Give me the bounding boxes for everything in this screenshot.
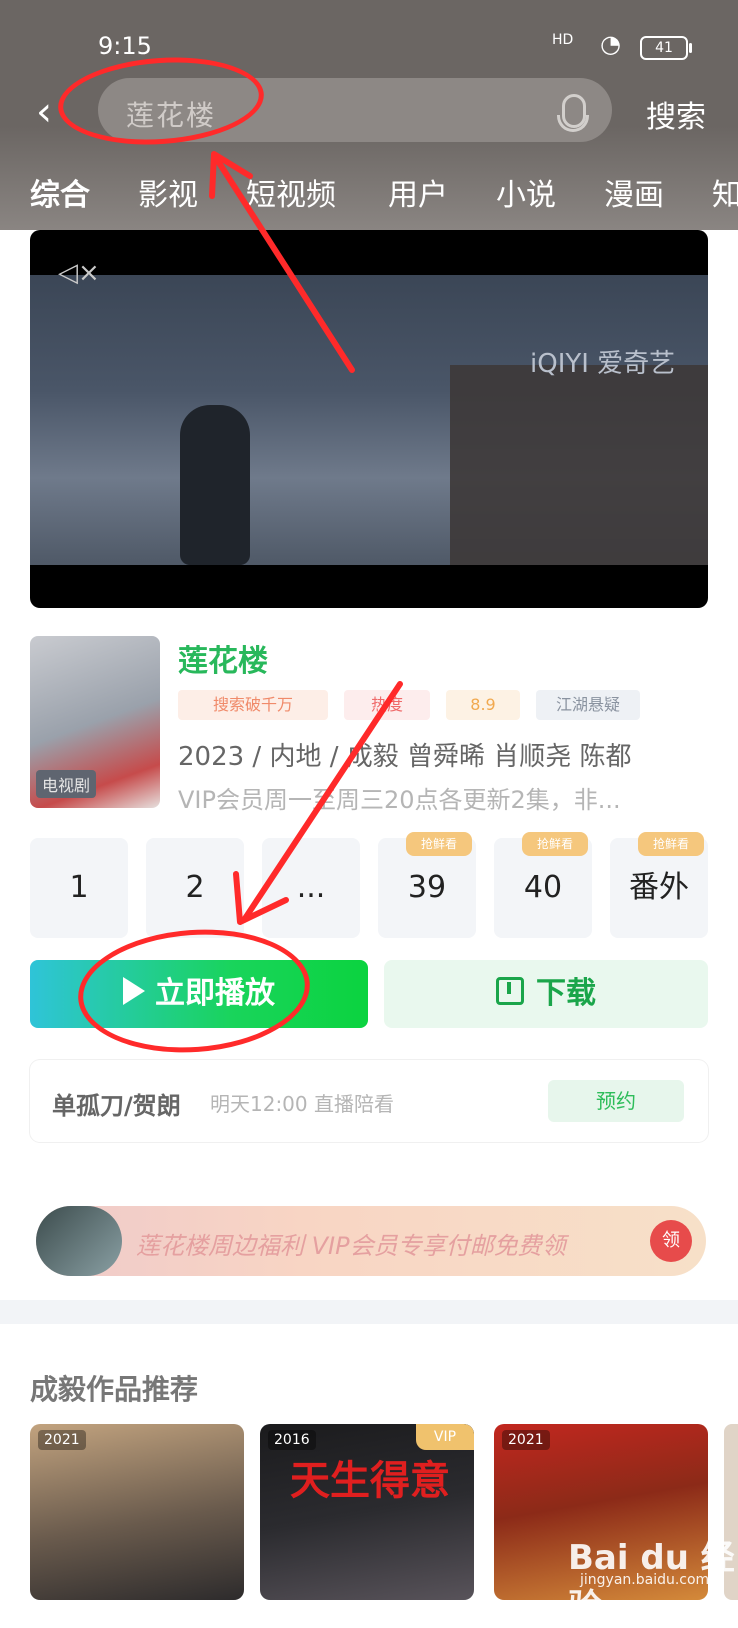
- tag-score: 8.9: [446, 690, 520, 720]
- player-brand: iQIYI 爱奇艺: [530, 349, 676, 379]
- episode-extra[interactable]: 抢鲜看番外: [610, 832, 708, 938]
- episode-more[interactable]: ...: [262, 838, 360, 938]
- tab-short-video[interactable]: 短视频: [246, 170, 336, 214]
- video-frame: iQIYI 爱奇艺: [30, 275, 708, 565]
- poster-badge: 电视剧: [36, 770, 97, 798]
- microphone-icon[interactable]: [557, 94, 589, 132]
- show-title[interactable]: 莲花楼: [178, 636, 268, 680]
- reserve-button[interactable]: 预约: [548, 1080, 684, 1122]
- episode-label: 2: [185, 870, 205, 905]
- annotation-circle-play: [74, 922, 314, 1060]
- download-button[interactable]: 下载: [384, 960, 708, 1028]
- promo-banner[interactable]: 莲花楼周边福利 VIP会员专享付邮免费领 领: [36, 1206, 706, 1276]
- episode-1[interactable]: 1: [30, 838, 128, 938]
- show-info: 2023 / 内地 / 成毅 曾舜晞 肖顺尧 陈都: [178, 742, 632, 772]
- episode-40[interactable]: 抢鲜看 40: [494, 832, 592, 938]
- tag-hot-search: 搜索破千万: [178, 690, 328, 720]
- episode-badge: 抢鲜看: [406, 832, 472, 856]
- status-time: 9:15: [98, 32, 152, 60]
- poster-year: 2016: [268, 1430, 316, 1450]
- video-player[interactable]: iQIYI 爱奇艺 ◁×: [30, 230, 708, 608]
- category-tabs: 综合 影视 短视频 用户 小说 漫画 知: [0, 170, 738, 222]
- promo-image: [36, 1206, 122, 1276]
- wifi-icon: ◔: [600, 30, 621, 58]
- live-title: 单孤刀/贺朗: [52, 1092, 181, 1120]
- episode-39[interactable]: 抢鲜看 39: [378, 832, 476, 938]
- episode-label: 番外: [629, 870, 689, 905]
- download-icon: [496, 977, 524, 1005]
- promo-text: 莲花楼周边福利 VIP会员专享付邮免费领: [136, 1232, 566, 1260]
- live-time: 明天12:00 直播陪看: [210, 1092, 394, 1116]
- tag-genre: 江湖悬疑: [536, 690, 640, 720]
- section-divider: [0, 1300, 738, 1324]
- signal-icon: HD: [552, 32, 574, 48]
- episode-badge: 抢鲜看: [638, 832, 704, 856]
- recommend-title: 成毅作品推荐: [30, 1373, 199, 1406]
- poster-title: 天生得意: [290, 1458, 450, 1504]
- tab-film[interactable]: 影视: [138, 170, 198, 214]
- scene-wall: [450, 365, 708, 565]
- recommend-poster-1[interactable]: 2021: [30, 1424, 244, 1600]
- promo-claim-button[interactable]: 领: [650, 1220, 692, 1262]
- status-bar: 9:15 HD ◔ 41: [0, 22, 738, 68]
- tab-comics[interactable]: 漫画: [604, 170, 664, 214]
- scene-figure: [180, 405, 250, 565]
- watermark-site: jingyan.baidu.com: [580, 1572, 710, 1588]
- download-label: 下载: [536, 976, 596, 1011]
- episode-label: ...: [296, 870, 326, 905]
- episode-label: 39: [407, 870, 447, 905]
- tag-heat: 热度: [344, 690, 430, 720]
- tab-knowledge[interactable]: 知: [712, 170, 738, 214]
- recommend-poster-2[interactable]: 2016 VIP 天生得意: [260, 1424, 474, 1600]
- live-reservation-card: 单孤刀/贺朗 明天12:00 直播陪看 预约: [30, 1060, 708, 1142]
- tab-users[interactable]: 用户: [388, 170, 448, 214]
- vip-badge: VIP: [416, 1424, 474, 1450]
- tab-overall[interactable]: 综合: [30, 170, 90, 214]
- battery-icon: 41: [640, 36, 692, 60]
- speaker-muted-icon[interactable]: ◁×: [58, 258, 100, 288]
- episode-badge: 抢鲜看: [522, 832, 588, 856]
- episode-label: 1: [69, 870, 89, 905]
- show-description: VIP会员周一至周三20点各更新2集，非...: [178, 786, 621, 814]
- episode-2[interactable]: 2: [146, 838, 244, 938]
- poster-year: 2021: [502, 1430, 550, 1450]
- poster-year: 2021: [38, 1430, 86, 1450]
- tab-novels[interactable]: 小说: [496, 170, 556, 214]
- show-poster[interactable]: 电视剧: [30, 636, 160, 808]
- episode-label: 40: [523, 870, 563, 905]
- search-button[interactable]: 搜索: [646, 92, 706, 136]
